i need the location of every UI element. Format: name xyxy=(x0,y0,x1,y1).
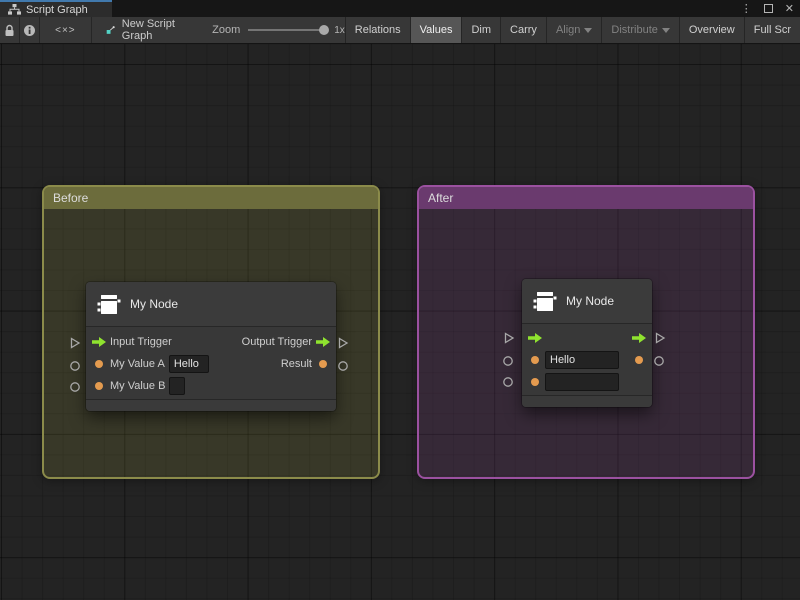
tab-script-graph[interactable]: Script Graph xyxy=(0,0,112,17)
distribute-dropdown[interactable]: Distribute xyxy=(601,17,678,43)
node-port-rows: Input Trigger Output Trigger My Value A … xyxy=(86,327,336,399)
lock-icon xyxy=(4,24,15,37)
close-icon[interactable]: ✕ xyxy=(785,2,794,15)
external-flow-port[interactable] xyxy=(654,332,666,344)
group-before-header[interactable]: Before xyxy=(44,187,378,209)
node-footer xyxy=(86,399,336,411)
value-port-row: My Value A Result xyxy=(86,353,336,375)
tab-title: Script Graph xyxy=(26,4,88,16)
carry-button[interactable]: Carry xyxy=(500,17,546,43)
info-icon xyxy=(23,24,36,37)
fullscreen-button[interactable]: Full Scr xyxy=(744,17,800,43)
external-value-port[interactable] xyxy=(69,360,81,372)
value-port-icon xyxy=(319,360,327,368)
new-script-graph-label: New Script Graph xyxy=(122,18,182,42)
port-label: Result xyxy=(281,358,312,370)
external-value-port[interactable] xyxy=(337,360,349,372)
value-port-icon xyxy=(531,378,539,386)
chevron-down-icon xyxy=(662,28,670,33)
value-port-icon xyxy=(635,356,643,364)
dim-button[interactable]: Dim xyxy=(461,17,500,43)
input-value-port[interactable] xyxy=(528,378,542,386)
graph-toolbar: <×> New Script Graph Zoom 1x Relations V… xyxy=(0,17,800,44)
lock-button[interactable] xyxy=(0,17,20,43)
node-title: My Node xyxy=(130,297,178,311)
external-flow-port[interactable] xyxy=(503,332,515,344)
tab-bar: Script Graph ⋮ ✕ xyxy=(0,0,800,17)
maximize-icon[interactable] xyxy=(764,2,773,16)
group-after-header[interactable]: After xyxy=(419,187,753,209)
group-before-label: Before xyxy=(53,191,88,205)
chevron-down-icon xyxy=(584,28,592,33)
input-flow-port[interactable] xyxy=(528,333,542,343)
external-value-port[interactable] xyxy=(502,376,514,388)
output-flow-port[interactable] xyxy=(316,337,330,347)
port-label: Output Trigger xyxy=(242,336,312,348)
output-flow-port[interactable] xyxy=(632,333,646,343)
value-b-input[interactable] xyxy=(545,373,619,391)
zoom-control: Zoom 1x xyxy=(212,17,345,43)
input-flow-port[interactable] xyxy=(92,337,106,347)
new-script-graph-button[interactable]: New Script Graph xyxy=(94,17,194,43)
value-a-input[interactable] xyxy=(545,351,619,369)
input-value-port[interactable] xyxy=(92,360,106,368)
node-port-rows xyxy=(522,324,652,395)
zoom-value: 1x xyxy=(334,25,345,36)
flow-arrow-icon xyxy=(528,333,542,343)
value-port-icon xyxy=(531,356,539,364)
value-b-input[interactable] xyxy=(169,377,185,395)
port-label: My Value A xyxy=(110,358,165,370)
values-button[interactable]: Values xyxy=(410,17,462,43)
value-port-row xyxy=(522,371,652,393)
script-graph-window: Script Graph ⋮ ✕ <×> xyxy=(0,0,800,600)
port-label: Input Trigger xyxy=(110,336,172,348)
node-my-node-after[interactable]: My Node xyxy=(522,279,652,407)
relations-button[interactable]: Relations xyxy=(345,17,410,43)
node-header[interactable]: My Node xyxy=(522,279,652,324)
flow-port-row: Input Trigger Output Trigger xyxy=(86,331,336,353)
flow-port-row xyxy=(522,327,652,349)
node-footer xyxy=(522,395,652,407)
input-value-port[interactable] xyxy=(92,382,106,390)
overview-button[interactable]: Overview xyxy=(679,17,744,43)
graph-canvas[interactable]: Before After My Node xyxy=(0,44,800,600)
external-flow-port[interactable] xyxy=(69,337,81,349)
node-header[interactable]: My Node xyxy=(86,282,336,327)
info-button[interactable] xyxy=(20,17,40,43)
external-flow-port[interactable] xyxy=(337,337,349,349)
align-dropdown[interactable]: Align xyxy=(546,17,601,43)
window-controls: ⋮ ✕ xyxy=(741,0,794,17)
external-value-port[interactable] xyxy=(69,381,81,393)
flow-arrow-icon xyxy=(92,337,106,347)
external-value-port[interactable] xyxy=(653,355,665,367)
zoom-slider[interactable] xyxy=(248,29,326,31)
value-a-input[interactable] xyxy=(169,355,209,373)
toolbar-button-strip: Relations Values Dim Carry Align Distrib… xyxy=(345,17,800,43)
output-value-port[interactable] xyxy=(316,360,330,368)
group-after-label: After xyxy=(428,191,453,205)
node-my-node-before[interactable]: My Node Input Trigger Output Trigger xyxy=(86,282,336,411)
code-preview-button[interactable]: <×> xyxy=(40,17,92,43)
value-port-icon xyxy=(95,382,103,390)
unit-node-icon xyxy=(532,289,557,314)
flow-arrow-icon xyxy=(632,333,646,343)
kebab-menu-icon[interactable]: ⋮ xyxy=(741,2,752,15)
output-value-port[interactable] xyxy=(632,356,646,364)
value-port-icon xyxy=(95,360,103,368)
port-label: My Value B xyxy=(110,380,165,392)
value-port-row xyxy=(522,349,652,371)
zoom-slider-handle[interactable] xyxy=(319,25,329,35)
external-value-port[interactable] xyxy=(502,355,514,367)
script-graph-asset-icon xyxy=(106,23,116,37)
flow-arrow-icon xyxy=(316,337,330,347)
unit-node-icon xyxy=(96,292,121,317)
value-port-row: My Value B xyxy=(86,375,336,397)
input-value-port[interactable] xyxy=(528,356,542,364)
zoom-label: Zoom xyxy=(212,24,240,36)
graph-hierarchy-icon xyxy=(8,4,21,15)
node-title: My Node xyxy=(566,294,614,308)
